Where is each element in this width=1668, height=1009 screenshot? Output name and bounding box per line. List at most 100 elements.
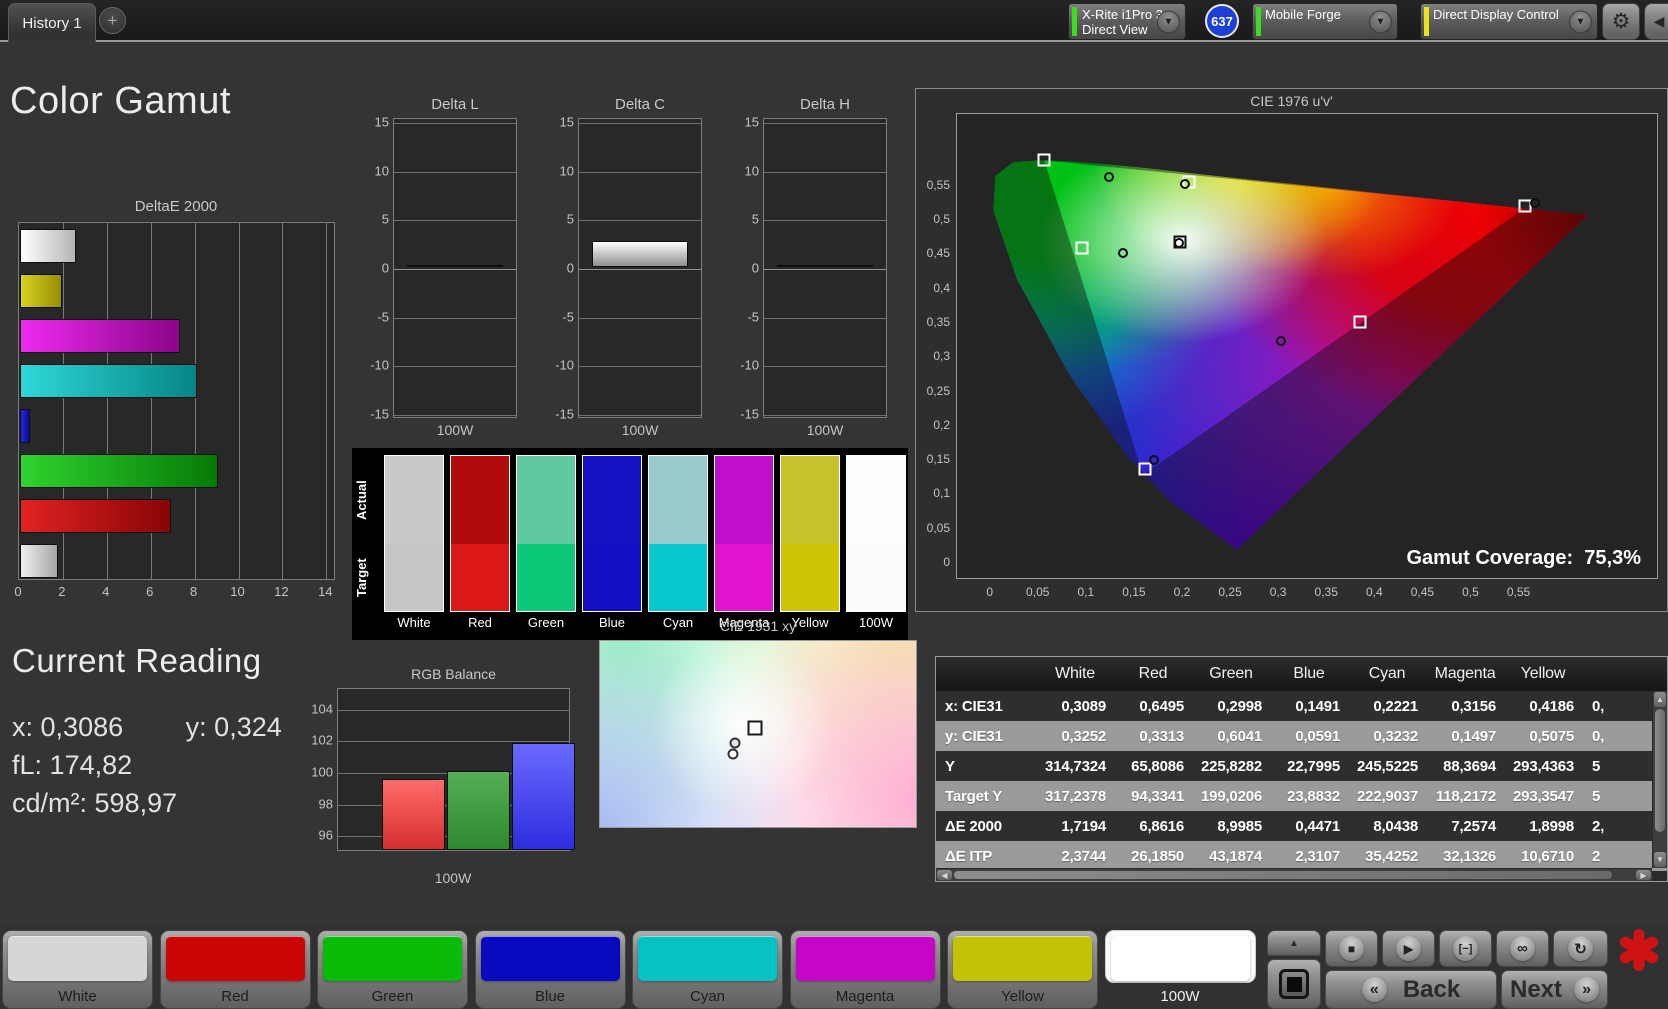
x-tick-label: 6: [146, 584, 154, 599]
pattern-button-yellow[interactable]: Yellow: [947, 930, 1098, 1009]
actual-row-label: Actual: [354, 480, 369, 521]
stop-button[interactable]: ■: [1325, 930, 1378, 967]
cell-value: 0,4186: [1529, 697, 1574, 715]
gridline: [326, 223, 328, 579]
y-tick-label: 5: [566, 211, 574, 227]
cell-value: 0,3313: [1139, 727, 1184, 745]
gridline: [238, 223, 240, 579]
scroll-down-icon[interactable]: ▼: [1654, 852, 1666, 867]
cie-y-tick: 0: [943, 554, 950, 569]
pattern-button-red[interactable]: Red: [159, 930, 311, 1009]
swatch-label: Red: [468, 615, 492, 630]
pattern-button-green[interactable]: Green: [317, 930, 468, 1009]
pattern-source-dropdown[interactable]: Mobile Forge ▼: [1252, 3, 1398, 40]
chevron-down-icon[interactable]: ▼: [1157, 10, 1180, 33]
table-row: ΔE ITP 2,3744 26,1850 43,1874 2,3107 35,4252 3…: [936, 841, 1667, 871]
cell-value: 0,3232: [1373, 727, 1418, 745]
cell-value-clipped: 2: [1592, 847, 1601, 865]
collap se-panel-button[interactable]: ◀: [1644, 3, 1668, 40]
refresh-button[interactable]: ↻: [1553, 930, 1608, 967]
cie1976-plot: Gamut Coverage: 75,3%: [956, 113, 1658, 579]
swatch-column-magenta: [714, 455, 774, 612]
cell-value-clipped: 2,: [1592, 817, 1605, 835]
cell-value: 199,0206: [1201, 787, 1262, 805]
row-label: x: CIE31: [945, 697, 1003, 715]
pattern-button-cyan[interactable]: Cyan: [632, 930, 783, 1009]
target-swatch: [649, 544, 707, 611]
measured-marker-green: [1104, 171, 1115, 182]
pattern-size-button[interactable]: [−]: [1439, 930, 1492, 967]
color-swatch: [8, 936, 147, 981]
scroll-right-icon[interactable]: ▶: [1636, 870, 1651, 880]
gear-icon: ⚙: [1611, 10, 1631, 33]
y-tick-label: 15: [744, 114, 759, 130]
alert-asterisk-icon[interactable]: [1616, 927, 1662, 973]
cell-value-clipped: 5: [1592, 787, 1601, 805]
measured-marker-yellow: [1180, 178, 1191, 189]
pattern-button-magenta[interactable]: Magenta: [789, 930, 941, 1009]
target-swatch: [583, 544, 641, 611]
reading-count-badge[interactable]: 637: [1205, 4, 1239, 38]
pattern-status-indicator: [1256, 7, 1261, 36]
cie-y-tick: 0,55: [926, 177, 950, 192]
table-horizontal-scrollbar[interactable]: ◀ ▶: [936, 868, 1652, 881]
cell-value-clipped: 5: [1592, 757, 1601, 775]
meter-dropdown[interactable]: X-Rite i1Pro 3 Direct View ▼: [1068, 3, 1186, 40]
gridline: [338, 741, 569, 743]
next-button[interactable]: Next »: [1501, 970, 1608, 1009]
meter-dropdown-label: X-Rite i1Pro 3 Direct View: [1082, 7, 1163, 37]
actual-swatch: [649, 456, 707, 545]
actual-swatch: [385, 456, 443, 545]
y-tick-label: -5: [747, 309, 759, 325]
cell-value: 0,6495: [1139, 697, 1184, 715]
x-tick-label: 2: [58, 584, 66, 599]
target-swatch: [451, 544, 509, 611]
cell-value: 22,7995: [1287, 757, 1340, 775]
pattern-up-button[interactable]: ▲: [1267, 930, 1321, 956]
pattern-button-100w[interactable]: 100W: [1104, 930, 1256, 1009]
swatch-column-red: [450, 455, 510, 612]
back-button[interactable]: « Back: [1325, 970, 1497, 1009]
x-label: 100W: [806, 422, 844, 438]
y-tick-label: 10: [559, 163, 574, 179]
hscroll-thumb[interactable]: [954, 871, 1612, 879]
tab-history-1[interactable]: History 1: [8, 3, 96, 42]
target-marker: [747, 720, 763, 736]
back-label: Back: [1402, 975, 1461, 1003]
table-row: ΔE 2000 1,7194 6,8616 8,9985 0,4471 8,0438 7,2…: [936, 811, 1667, 841]
gridline: [579, 269, 701, 270]
row-label: Target Y: [945, 787, 1003, 805]
cell-value: 0,3089: [1061, 697, 1106, 715]
cell-value: 88,3694: [1443, 757, 1496, 775]
scroll-left-icon[interactable]: ◀: [937, 870, 952, 880]
gridline: [764, 269, 886, 270]
chart-title: Delta C: [614, 96, 666, 113]
play-button[interactable]: ▶: [1382, 930, 1435, 967]
chevron-down-icon[interactable]: ▼: [1569, 10, 1592, 33]
pattern-button-blue[interactable]: Blue: [474, 930, 626, 1009]
add-tab-button[interactable]: +: [99, 7, 126, 34]
cell-value: 293,3547: [1513, 787, 1574, 805]
cie-x-tick: 0,3: [1269, 585, 1287, 599]
column-header: Blue: [1293, 665, 1325, 682]
gridline: [579, 415, 701, 417]
button-label: Red: [221, 988, 249, 1005]
cell-value: 6,8616: [1139, 817, 1184, 835]
row-label: y: CIE31: [945, 727, 1003, 745]
column-header: Red: [1138, 665, 1168, 682]
cie-x-tick: 0,25: [1218, 585, 1242, 599]
row-label: ΔE 2000: [945, 817, 1002, 835]
loop-button[interactable]: ∞: [1496, 930, 1549, 967]
vscroll-thumb[interactable]: [1655, 709, 1665, 832]
y-tick-label: 15: [374, 114, 389, 130]
y-tick-label: -10: [740, 357, 759, 373]
pattern-button-white[interactable]: White: [2, 930, 153, 1009]
table-vertical-scrollbar[interactable]: ▲ ▼: [1652, 691, 1667, 868]
display-control-dropdown[interactable]: Direct Display Control ▼: [1420, 3, 1598, 40]
settings-button[interactable]: ⚙: [1602, 3, 1640, 40]
cie-x-tick: 0,15: [1122, 585, 1146, 599]
pattern-window-button[interactable]: [1267, 959, 1321, 1009]
scroll-up-icon[interactable]: ▲: [1654, 692, 1666, 707]
cell-value: 0,2998: [1217, 697, 1262, 715]
chevron-down-icon[interactable]: ▼: [1369, 10, 1392, 33]
